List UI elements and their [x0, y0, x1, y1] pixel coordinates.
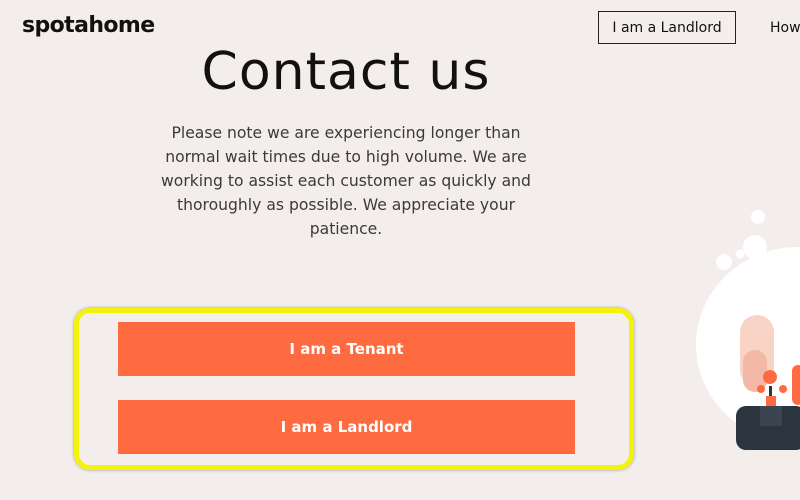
- bubble-small-2: [716, 254, 732, 270]
- wait-time-notice: Please note we are experiencing longer t…: [161, 124, 531, 238]
- landlord-button[interactable]: I am a Landlord: [118, 400, 575, 454]
- plant-orange: [792, 365, 800, 405]
- page-title: Contact us: [201, 42, 491, 102]
- bubble-small-1: [751, 210, 765, 224]
- tenant-button[interactable]: I am a Tenant: [118, 322, 575, 376]
- how-it-works-link[interactable]: How: [770, 20, 800, 36]
- flower-icon: [763, 370, 777, 384]
- bubble-tiny: [735, 249, 745, 259]
- contact-page: spotahome I am a Landlord How Contact us…: [0, 0, 800, 500]
- landlord-nav-button[interactable]: I am a Landlord: [598, 11, 736, 44]
- contact-illustration: [696, 210, 800, 450]
- spotahome-logo[interactable]: spotahome: [22, 13, 155, 38]
